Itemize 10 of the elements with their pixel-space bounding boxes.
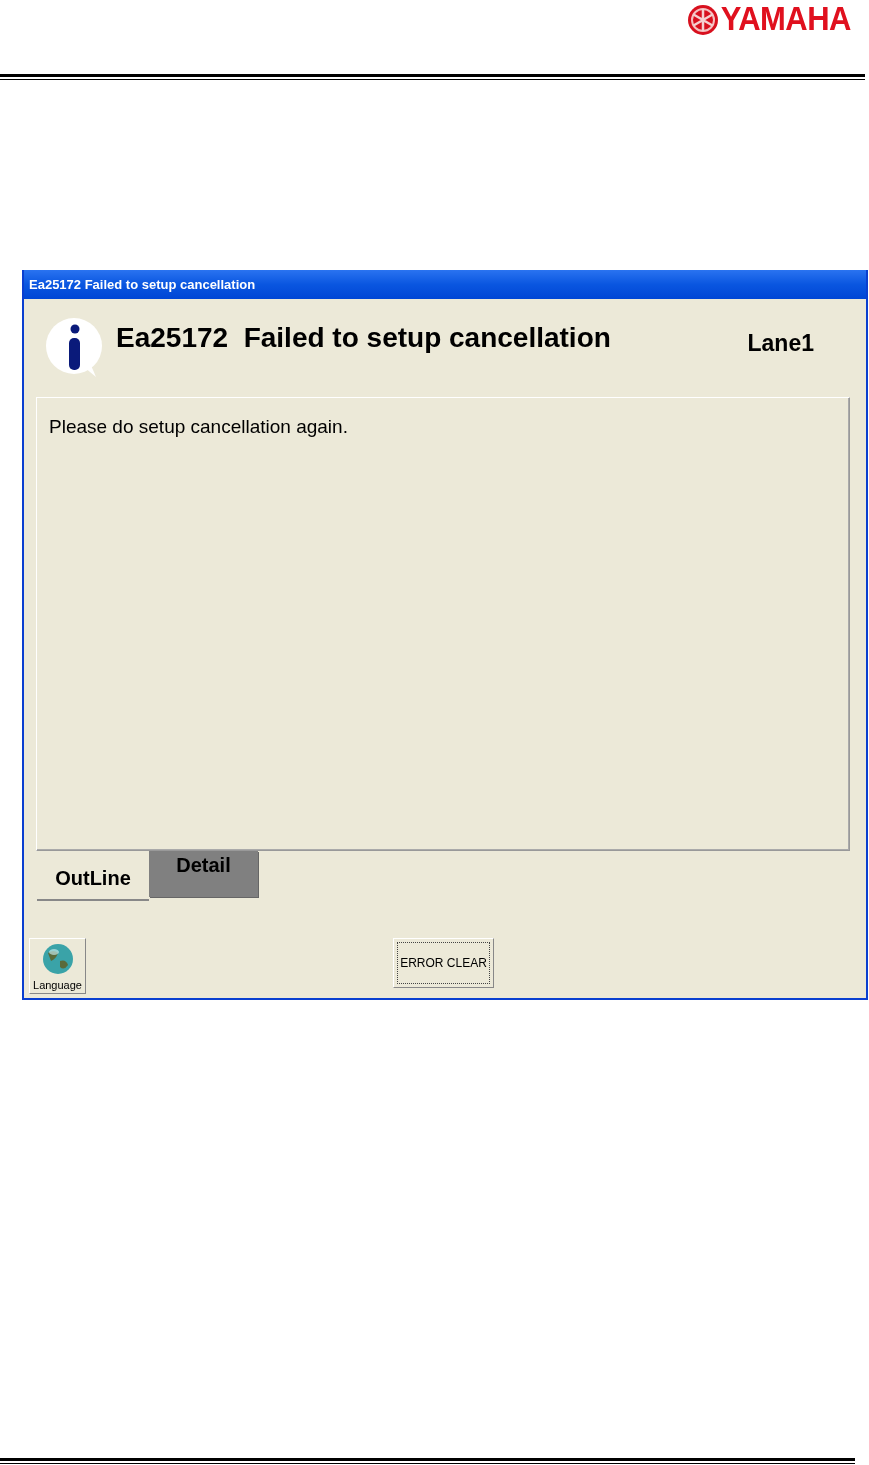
globe-icon: [41, 943, 74, 975]
error-message: Please do setup cancellation again.: [49, 416, 349, 438]
tab[interactable]: Detail: [149, 851, 258, 897]
language-button[interactable]: Language: [29, 938, 86, 994]
lane-label: Lane1: [747, 329, 814, 358]
error-clear-button[interactable]: ERROR CLEAR: [393, 938, 494, 988]
window-title: Ea25172 Failed to setup cancellation: [24, 270, 866, 299]
tuning-fork-emblem-icon: [686, 4, 719, 36]
brand-logo: YAMAHA: [720, 1, 851, 39]
error-heading: Ea25172 Failed to setup cancellation: [116, 322, 611, 355]
